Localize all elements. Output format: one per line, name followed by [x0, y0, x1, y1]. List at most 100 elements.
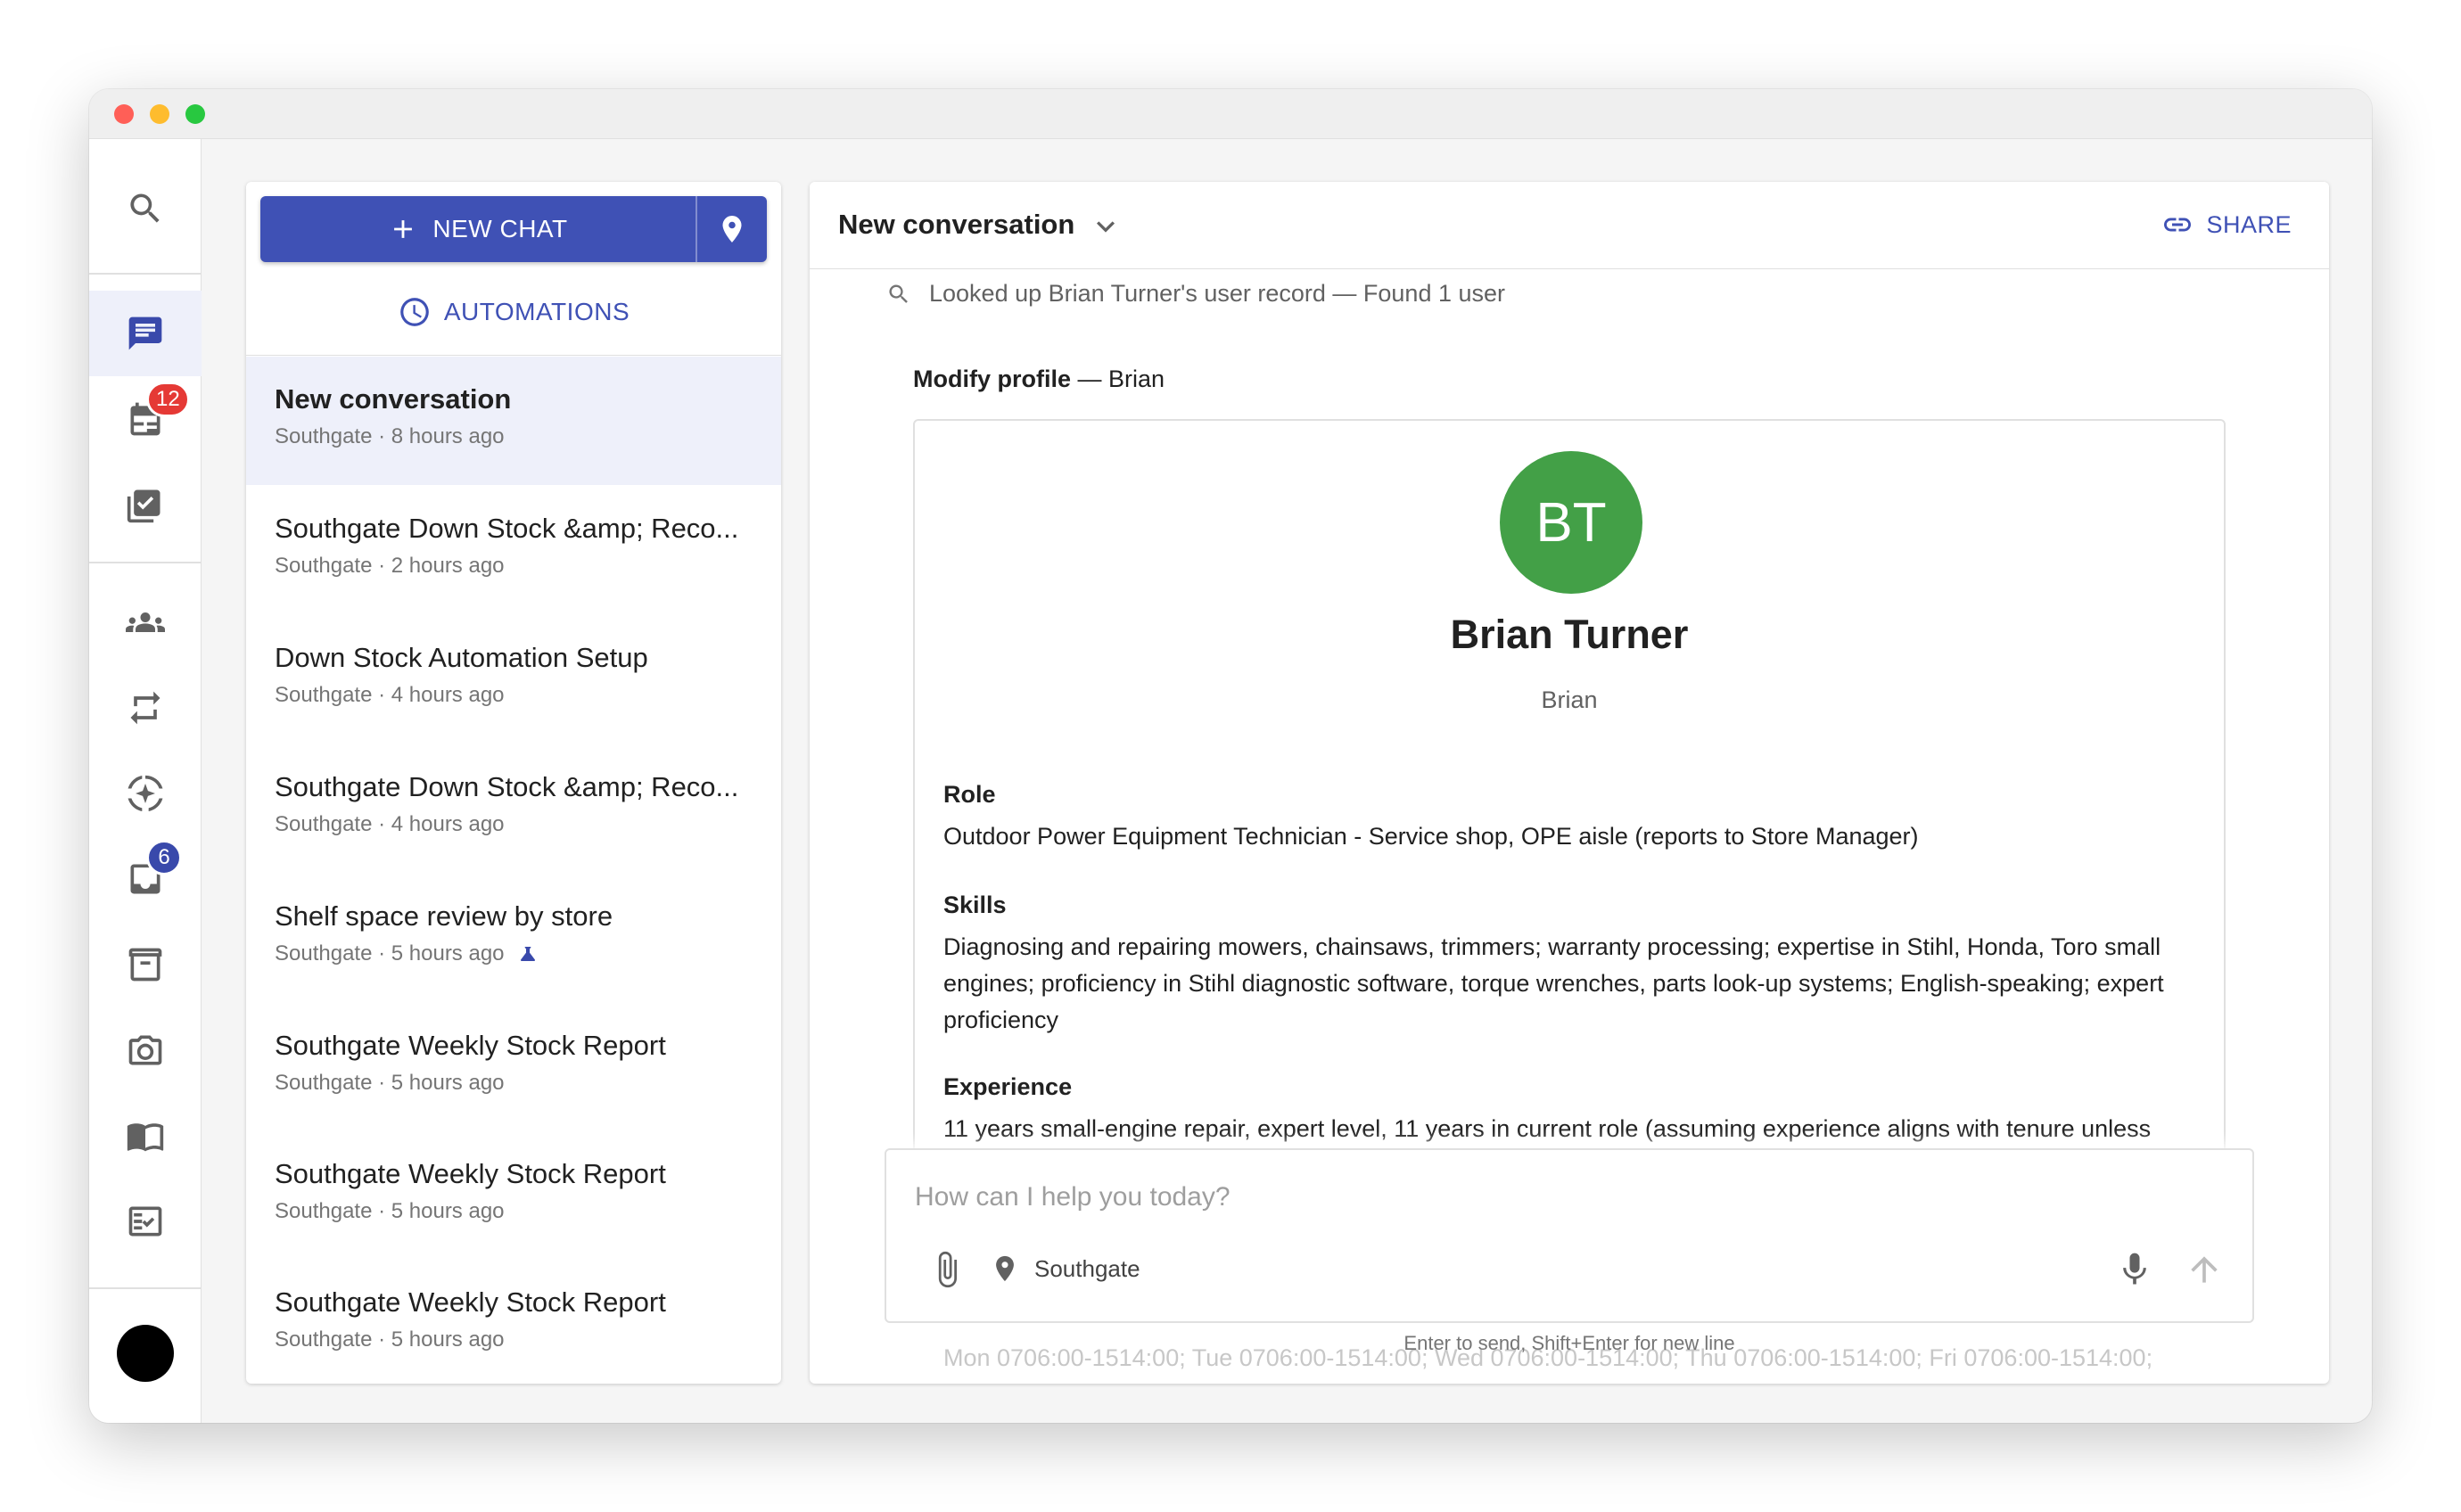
checklist-nav-button[interactable]	[89, 1179, 202, 1264]
automations-button[interactable]: AUTOMATIONS	[246, 285, 781, 339]
rail-divider	[89, 562, 202, 563]
tool-step-text: Looked up Brian Turner's user record — F…	[929, 280, 1505, 307]
schedule-nav-button[interactable]: 12	[89, 376, 202, 462]
experience-heading: Experience	[943, 1073, 1073, 1100]
schedule-count-badge: 12	[146, 382, 190, 417]
chat-title: Southgate Weekly Stock Report	[275, 1158, 666, 1189]
chat-title: Shelf space review by store	[275, 900, 613, 932]
profile-card: BT Brian Turner Brian Role Outdoor Power…	[913, 419, 2226, 1371]
chat-list-panel: NEW CHAT AUTOMATIONS New conversation So…	[246, 182, 781, 1384]
swap-nav-button[interactable]	[89, 665, 202, 751]
chat-subtitle: Southgate · 5 hours ago	[275, 1071, 505, 1095]
nav-rail: 12 6	[89, 139, 202, 1423]
new-chat-label: NEW CHAT	[432, 215, 568, 242]
location-picker-button[interactable]	[696, 196, 767, 262]
chat-title: Southgate Down Stock &amp; Reco...	[275, 771, 739, 802]
flask-icon	[520, 947, 535, 961]
chat-list-item[interactable]: Southgate Weekly Stock Report Southgate …	[246, 1260, 781, 1384]
send-arrow-icon[interactable]	[2185, 1250, 2224, 1289]
chat-title: Southgate Weekly Stock Report	[275, 1286, 666, 1318]
link-icon	[2164, 218, 2192, 232]
chat-title: Down Stock Automation Setup	[275, 642, 648, 673]
guides-nav-button[interactable]	[89, 1093, 202, 1179]
location-pin-icon	[996, 1255, 1014, 1282]
chat-subtitle: Southgate · 4 hours ago	[275, 683, 505, 707]
chat-title: New conversation	[275, 383, 512, 415]
chat-subtitle: Southgate · 8 hours ago	[275, 424, 505, 448]
title-bar	[89, 89, 2372, 139]
chat-subtitle: Southgate · 2 hours ago	[275, 554, 505, 578]
location-label: Southgate	[1034, 1254, 1140, 1282]
chat-subtitle: Southgate · 5 hours ago	[275, 1199, 505, 1223]
location-pin-icon	[722, 216, 742, 242]
archive-icon	[128, 948, 162, 982]
profile-avatar: BT	[1500, 451, 1642, 594]
archive-nav-button[interactable]	[89, 922, 202, 1007]
chat-list-item[interactable]: Southgate Weekly Stock Report Southgate …	[246, 1003, 781, 1131]
sparkle-circle-icon	[128, 775, 163, 811]
skills-text: Diagnosing and repairing mowers, chainsa…	[943, 933, 2164, 1033]
location-chip[interactable]: Southgate	[990, 1253, 1140, 1284]
maximize-window-button[interactable]	[185, 104, 205, 124]
chat-subtitle: Southgate · 4 hours ago	[275, 812, 505, 836]
groups-icon	[126, 612, 165, 632]
list-divider	[246, 355, 781, 356]
team-nav-button[interactable]	[89, 579, 202, 665]
chat-list-item[interactable]: Southgate Weekly Stock Report Southgate …	[246, 1131, 781, 1260]
conversation-header: New conversation SHARE	[810, 182, 2329, 269]
chat-list-item[interactable]: Down Stock Automation Setup Southgate · …	[246, 615, 781, 744]
chevron-down-icon[interactable]	[1088, 209, 1124, 244]
search-nav-button[interactable]	[89, 166, 202, 251]
inbox-nav-button[interactable]: 6	[89, 836, 202, 922]
role-heading: Role	[943, 781, 996, 808]
profile-name: Brian Turner	[1450, 612, 1689, 657]
ai-insights-nav-button[interactable]	[89, 751, 202, 836]
chat-list-item[interactable]: Southgate Down Stock &amp; Reco... South…	[246, 744, 781, 873]
camera-icon	[128, 1035, 162, 1065]
tool-step[interactable]: Looked up Brian Turner's user record — F…	[886, 280, 1505, 308]
clock-icon	[400, 298, 429, 326]
search-icon	[889, 284, 908, 303]
tasks-nav-button[interactable]	[89, 462, 202, 547]
chat-title: Southgate Weekly Stock Report	[275, 1030, 666, 1061]
chat-list-item[interactable]: Shelf space review by store Southgate · …	[246, 874, 781, 1002]
new-chat-button[interactable]: NEW CHAT	[260, 196, 696, 262]
search-icon	[130, 193, 160, 223]
minimize-window-button[interactable]	[150, 104, 169, 124]
modify-target: — Brian	[1077, 366, 1165, 392]
rail-divider	[89, 1287, 202, 1289]
book-open-icon	[127, 1123, 164, 1152]
plus-icon	[394, 220, 413, 238]
close-window-button[interactable]	[114, 104, 134, 124]
message-composer[interactable]: How can I help you today? Southgate	[885, 1148, 2254, 1323]
checklist-icon	[127, 489, 160, 523]
user-avatar[interactable]	[117, 1325, 174, 1382]
skills-heading: Skills	[943, 892, 1007, 918]
composer-hint: Enter to send, Shift+Enter for new line	[1403, 1332, 1735, 1354]
chat-list-item[interactable]: New conversation Southgate · 8 hours ago	[246, 357, 781, 485]
inbox-count-badge: 6	[146, 840, 182, 875]
repeat-icon	[130, 691, 160, 725]
chat-subtitle: Southgate · 5 hours ago	[275, 941, 505, 966]
new-chat-button-group: NEW CHAT	[260, 196, 767, 262]
message-input[interactable]: How can I help you today?	[915, 1182, 1230, 1212]
app-window: 12 6 NEW CHAT AUTOMATIONS New conversati…	[89, 89, 2372, 1423]
chat-icon	[128, 316, 162, 350]
profile-nickname: Brian	[1541, 686, 1598, 713]
chat-title: Southgate Down Stock &amp; Reco...	[275, 513, 739, 544]
automations-label: AUTOMATIONS	[443, 298, 630, 325]
modify-label: Modify profile	[913, 366, 1071, 392]
camera-nav-button[interactable]	[89, 1007, 202, 1093]
chat-subtitle: Southgate · 5 hours ago	[275, 1327, 505, 1352]
microphone-icon[interactable]	[2115, 1250, 2154, 1289]
conversation-title[interactable]: New conversation	[838, 209, 1074, 241]
rail-divider	[89, 273, 202, 275]
role-text: Outdoor Power Equipment Technician - Ser…	[943, 823, 1919, 850]
fact-check-icon	[128, 1206, 162, 1237]
conversation-panel: New conversation SHARE Looked up Brian T…	[810, 182, 2329, 1384]
chat-list-item[interactable]: Southgate Down Stock &amp; Reco... South…	[246, 486, 781, 614]
paperclip-icon[interactable]	[927, 1250, 967, 1289]
share-label: SHARE	[2206, 210, 2292, 238]
chat-nav-button[interactable]	[89, 291, 202, 376]
share-button[interactable]: SHARE	[2161, 209, 2292, 241]
